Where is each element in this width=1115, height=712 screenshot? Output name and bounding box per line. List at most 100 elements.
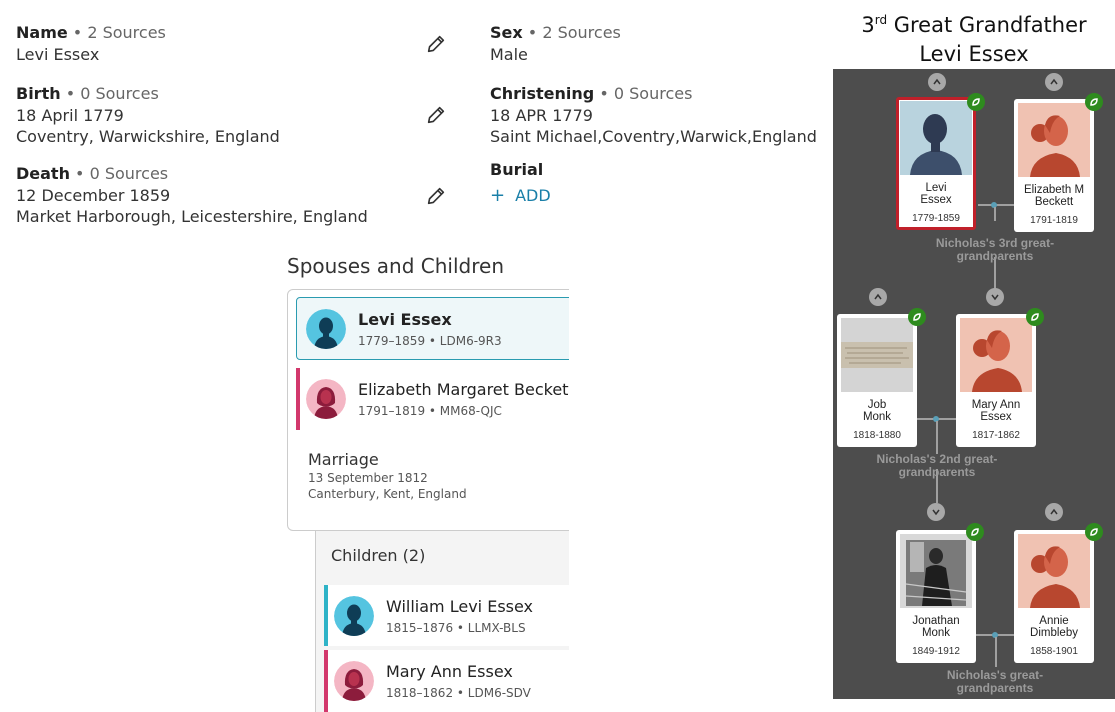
chevron-down-icon (991, 294, 999, 301)
tree-dates: 1818-1880 (853, 430, 901, 441)
child-row[interactable]: Mary Ann Essex 1818–1862 • LDM6-SDV (324, 650, 587, 712)
name-label: Name (16, 23, 68, 42)
child-meta: 1818–1862 • LDM6-SDV (386, 686, 531, 700)
relationship-label: Nicholas's 2nd great- grandparents (845, 453, 1029, 478)
tree-name-line1: Job (867, 399, 887, 411)
expand-parents-button[interactable] (869, 288, 887, 306)
children-title: Children (2) (331, 546, 426, 565)
birth-sources[interactable]: • 0 Sources (61, 84, 159, 103)
male-avatar-icon (334, 595, 374, 636)
burial-fact: Burial + ADD (490, 159, 551, 206)
heading-person-name: Levi Essex (919, 42, 1029, 66)
plus-icon: + (490, 184, 506, 206)
record-hint-leaf-icon[interactable] (1085, 93, 1103, 111)
pedigree-tree-panel: Levi Essex 1779-1859 Elizabeth M Beckett 1… (833, 69, 1115, 699)
focus-person-row[interactable]: Levi Essex 1779–1859 • LDM6-9R3 (296, 297, 586, 360)
record-hint-leaf-icon[interactable] (966, 523, 984, 541)
male-avatar-icon (306, 308, 346, 349)
tree-person-card[interactable]: Mary Ann Essex 1817-1862 (956, 314, 1036, 447)
add-burial-button[interactable]: + ADD (490, 185, 551, 207)
child-name: Mary Ann Essex (386, 662, 513, 681)
sex-sources[interactable]: • 2 Sources (523, 23, 621, 42)
tree-name-line1: Levi (925, 182, 947, 194)
tree-dates: 1791-1819 (1030, 215, 1078, 226)
tree-name-line2: Dimbleby (1030, 627, 1078, 639)
burial-label: Burial (490, 160, 544, 179)
christening-sources[interactable]: • 0 Sources (594, 84, 692, 103)
parent-connector (994, 207, 996, 221)
death-sources[interactable]: • 0 Sources (70, 164, 168, 183)
tree-name-line1: Elizabeth M (1023, 184, 1085, 196)
name-sources[interactable]: • 2 Sources (68, 23, 166, 42)
death-label: Death (16, 164, 70, 183)
person-photo (900, 534, 972, 608)
relationship-label-line1: Nicholas's 2nd great- (876, 452, 998, 466)
christening-place: Saint Michael,Coventry,Warwick,England (490, 127, 817, 146)
relationship-label-line2: grandparents (898, 464, 976, 479)
spouses-children-title: Spouses and Children (287, 254, 505, 278)
pencil-icon (427, 187, 445, 205)
heading-relationship: Great Grandfather (887, 13, 1087, 37)
death-fact: Death • 0 Sources 12 December 1859 Marke… (16, 163, 368, 228)
chevron-up-icon (874, 293, 882, 300)
marriage-date: 13 September 1812 (308, 471, 428, 485)
edit-death-button[interactable] (423, 183, 449, 209)
record-hint-leaf-icon[interactable] (1026, 308, 1044, 326)
birth-date: 18 April 1779 (16, 105, 124, 125)
tree-person-card[interactable]: Annie Dimbleby 1858-1901 (1014, 530, 1094, 663)
name-fact: Name • 2 Sources Levi Essex (16, 22, 166, 65)
marriage-place: Canterbury, Kent, England (308, 487, 467, 501)
name-value: Levi Essex (16, 44, 100, 64)
pencil-icon (427, 35, 445, 53)
tree-person-card[interactable]: Job Monk 1818-1880 (837, 314, 917, 447)
edit-birth-button[interactable] (423, 102, 449, 128)
tree-name-line1: Jonathan (912, 615, 960, 627)
female-portrait-icon (1018, 103, 1090, 177)
heading-ordinal-suffix: rd (874, 13, 888, 27)
spouse-meta: 1791–1819 • MM68-QJC (358, 404, 502, 418)
relationship-label: Nicholas's great- grandparents (903, 669, 1087, 694)
tree-person-card[interactable]: Levi Essex 1779-1859 (896, 97, 976, 230)
pencil-icon (427, 106, 445, 124)
add-burial-label: ADD (515, 185, 551, 205)
expand-parents-button[interactable] (1045, 503, 1063, 521)
document-photo (841, 318, 913, 392)
edit-name-button[interactable] (423, 31, 449, 57)
relationship-label-line2: grandparents (956, 248, 1034, 263)
focus-person-meta: 1779–1859 • LDM6-9R3 (358, 333, 502, 348)
child-name: William Levi Essex (386, 596, 534, 616)
male-portrait-icon (900, 101, 972, 175)
focus-person-name: Levi Essex (358, 309, 452, 329)
relationship-label-line1: Nicholas's 3rd great- (935, 236, 1055, 250)
tree-dates: 1849-1912 (912, 646, 960, 657)
collapse-parents-button[interactable] (927, 503, 945, 521)
birth-place: Coventry, Warwickshire, England (16, 127, 280, 146)
tree-name-line2: Monk (921, 627, 951, 639)
expand-parents-button[interactable] (1045, 73, 1063, 91)
tree-name-line2: Monk (862, 411, 892, 423)
collapse-parents-button[interactable] (986, 288, 1004, 306)
marriage-title: Marriage (308, 450, 379, 469)
expand-parents-button[interactable] (928, 73, 946, 91)
tree-name-line1: Mary Ann (971, 399, 1021, 411)
sex-label: Sex (490, 23, 523, 42)
tree-person-card[interactable]: Elizabeth M Beckett 1791-1819 (1014, 99, 1094, 232)
record-hint-leaf-icon[interactable] (908, 308, 926, 326)
female-avatar-icon (334, 661, 374, 701)
sex-fact: Sex • 2 Sources Male (490, 22, 621, 65)
record-hint-leaf-icon[interactable] (967, 93, 985, 111)
record-hint-leaf-icon[interactable] (1085, 523, 1103, 541)
heading-ordinal: 3 (861, 13, 875, 37)
marriage-event[interactable]: Marriage 13 September 1812 Canterbury, K… (308, 450, 467, 501)
chevron-up-icon (1050, 508, 1058, 515)
tree-dates: 1858-1901 (1030, 646, 1078, 657)
spouse-name: Elizabeth Margaret Beckett (358, 380, 575, 399)
spouse-row[interactable]: Elizabeth Margaret Beckett 1791–1819 • M… (296, 368, 586, 430)
female-portrait-icon (1018, 534, 1090, 608)
chevron-up-icon (933, 78, 941, 85)
tree-person-card[interactable]: Jonathan Monk 1849-1912 (896, 530, 976, 663)
tree-name-line2: Essex (980, 411, 1012, 423)
child-row[interactable]: William Levi Essex 1815–1876 • LLMX-BLS (324, 585, 587, 646)
tree-dates: 1779-1859 (912, 213, 960, 224)
parent-connector (936, 421, 938, 454)
